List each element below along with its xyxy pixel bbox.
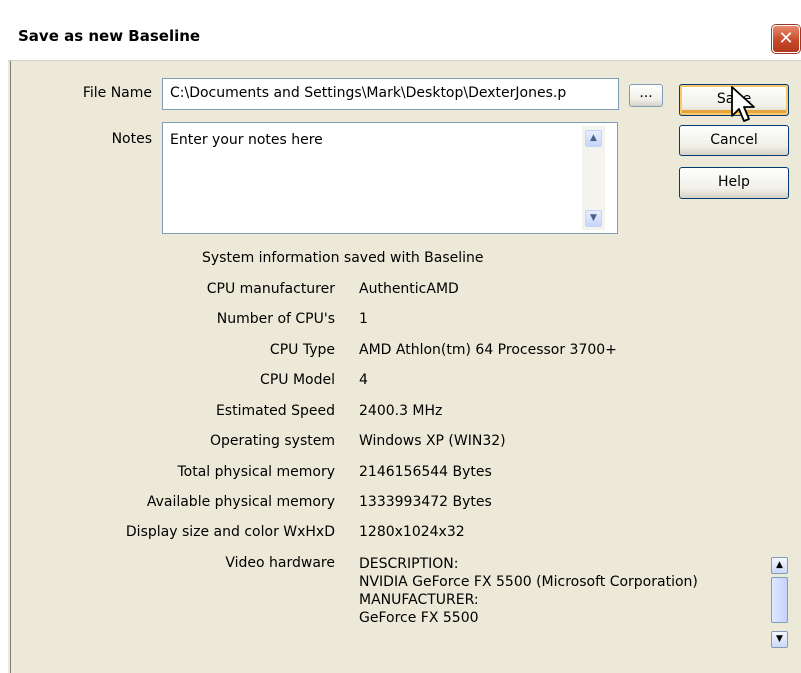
video-line: DESCRIPTION:: [359, 556, 459, 572]
close-button[interactable]: ✕: [772, 25, 800, 53]
close-icon: ✕: [778, 28, 794, 49]
estimated-speed-label: Estimated Speed: [215, 403, 335, 419]
file-name-label: File Name: [82, 85, 152, 101]
notes-scrollbar[interactable]: ▲ ▼: [582, 126, 605, 230]
help-button[interactable]: Help: [679, 167, 789, 199]
cancel-button[interactable]: Cancel: [679, 125, 789, 156]
sysinfo-heading: System information saved with Baseline: [202, 250, 484, 266]
window-title: Save as new Baseline: [18, 27, 201, 45]
cpu-type-label: CPU Type: [269, 342, 335, 358]
display-size-label: Display size and color WxHxD: [125, 524, 335, 540]
total-memory-label: Total physical memory: [177, 464, 336, 480]
available-memory-label: Available physical memory: [146, 494, 335, 510]
browse-button[interactable]: ...: [629, 84, 663, 107]
cpu-manufacturer-value: AuthenticAMD: [359, 281, 459, 297]
notes-value: Enter your notes here: [170, 132, 323, 148]
operating-system-value: Windows XP (WIN32): [359, 433, 506, 449]
scroll-down-icon: ▼: [590, 213, 597, 223]
cpu-count-value: 1: [359, 311, 368, 327]
video-scroll-up-button[interactable]: ▲: [771, 557, 788, 574]
notes-label: Notes: [111, 131, 152, 147]
cancel-label: Cancel: [710, 132, 758, 148]
video-line: NVIDIA GeForce FX 5500 (Microsoft Corpor…: [359, 574, 698, 590]
file-name-field[interactable]: C:\Documents and Settings\Mark\Desktop\D…: [162, 78, 619, 110]
mouse-pointer-icon: [731, 86, 755, 122]
notes-scroll-up-button[interactable]: ▲: [585, 130, 602, 147]
browse-label: ...: [639, 85, 653, 101]
cpu-manufacturer-label: CPU manufacturer: [206, 281, 335, 297]
scroll-up-icon: ▲: [776, 560, 783, 570]
display-size-value: 1280x1024x32: [359, 524, 465, 540]
video-scrollbar[interactable]: ▲ ▼: [771, 557, 790, 651]
video-line: GeForce FX 5500: [359, 610, 479, 626]
title-bar[interactable]: Save as new Baseline ✕: [8, 20, 801, 61]
notes-scroll-down-button[interactable]: ▼: [585, 210, 602, 227]
scroll-down-icon: ▼: [776, 634, 783, 644]
cpu-count-label: Number of CPU's: [216, 311, 335, 327]
cpu-type-value: AMD Athlon(tm) 64 Processor 3700+: [359, 342, 617, 358]
estimated-speed-value: 2400.3 MHz: [359, 403, 443, 419]
available-memory-value: 1333993472 Bytes: [359, 494, 492, 510]
scroll-up-icon: ▲: [590, 133, 597, 143]
video-line: MANUFACTURER:: [359, 592, 479, 608]
notes-textarea[interactable]: Enter your notes here ▲ ▼: [162, 122, 618, 234]
video-hardware-text: DESCRIPTION: NVIDIA GeForce FX 5500 (Mic…: [359, 555, 759, 627]
total-memory-value: 2146156544 Bytes: [359, 464, 492, 480]
video-hardware-label: Video hardware: [225, 555, 335, 571]
video-scroll-thumb[interactable]: [771, 577, 788, 623]
save-baseline-dialog: Save as new Baseline ✕ File Name C:\Docu…: [8, 20, 801, 673]
help-label: Help: [718, 174, 750, 190]
operating-system-label: Operating system: [209, 433, 335, 449]
cpu-model-label: CPU Model: [260, 372, 335, 388]
cpu-model-value: 4: [359, 372, 368, 388]
dialog-body: File Name C:\Documents and Settings\Mark…: [10, 61, 801, 673]
file-name-value: C:\Documents and Settings\Mark\Desktop\D…: [170, 85, 567, 101]
video-scroll-down-button[interactable]: ▼: [771, 631, 788, 648]
